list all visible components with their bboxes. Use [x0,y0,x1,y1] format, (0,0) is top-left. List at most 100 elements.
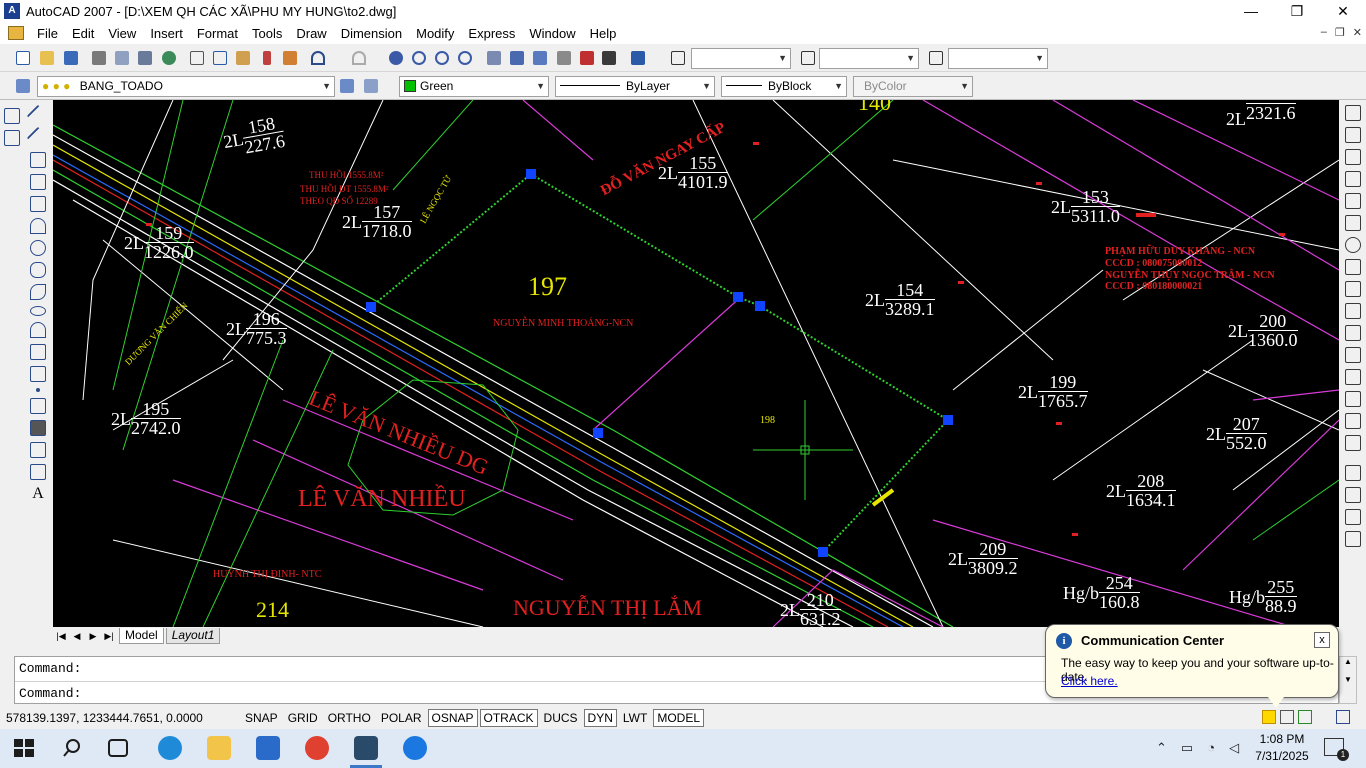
ortho-toggle[interactable]: ORTHO [324,709,375,727]
redo-icon[interactable] [350,49,368,67]
tab-model[interactable]: Model [119,628,164,644]
last-tab-icon[interactable]: ▶| [101,631,117,642]
store-icon[interactable] [256,736,280,760]
volume-icon[interactable]: ◁ [1229,740,1239,756]
publish-web-icon[interactable] [160,49,178,67]
text-style-select[interactable]: ▼ [691,48,791,69]
properties-icon[interactable] [485,49,503,67]
block-editor-icon[interactable] [281,49,299,67]
publish-icon[interactable] [136,49,154,67]
rotate-icon[interactable] [1344,237,1361,253]
dim-style-icon[interactable] [799,49,817,67]
menu-modify[interactable]: Modify [409,26,461,41]
osnap-toggle[interactable]: OSNAP [427,709,478,727]
zoom-window-icon[interactable] [433,49,451,67]
dim-style-select[interactable]: ▼ [819,48,919,69]
menu-dimension[interactable]: Dimension [334,26,409,41]
zoom-previous-icon[interactable] [456,49,474,67]
break-icon[interactable] [1344,347,1361,363]
doc-close-button[interactable]: ✕ [1353,26,1362,39]
region-icon[interactable] [30,442,46,458]
menu-edit[interactable]: Edit [65,26,101,41]
menu-window[interactable]: Window [522,26,582,41]
next-tab-icon[interactable]: ▶ [85,631,101,642]
polyline-icon[interactable] [30,152,46,168]
popup-link[interactable]: Click here. [1061,674,1118,688]
model-toggle[interactable]: MODEL [653,709,705,727]
draw-order-below-icon[interactable] [1344,531,1361,547]
start-icon[interactable] [12,736,36,760]
polar-toggle[interactable]: POLAR [377,709,426,727]
extend-icon[interactable] [1344,325,1361,341]
lock-icon[interactable] [1280,710,1294,724]
lwt-toggle[interactable]: LWT [619,709,651,727]
task-view-icon[interactable] [108,739,128,757]
revision-cloud-icon[interactable] [30,262,46,278]
draw-order-above-icon[interactable] [1344,509,1361,525]
zalo-icon[interactable] [403,736,427,760]
dyn-toggle[interactable]: DYN [583,709,617,727]
autocad-app-icon[interactable]: A [4,3,20,19]
document-icon[interactable] [8,26,24,40]
system-clock[interactable]: 1:08 PM 7/31/2025 [1252,731,1312,765]
circle-icon[interactable] [30,240,46,256]
hatch-icon[interactable] [30,398,46,414]
gradient-icon[interactable] [30,420,46,436]
menu-format[interactable]: Format [190,26,245,41]
plot-preview-icon[interactable] [113,49,131,67]
table-icon[interactable] [30,464,46,480]
chevron-up-icon[interactable]: ⌃ [1156,740,1167,756]
insert-block-icon[interactable] [30,344,46,360]
copy-icon[interactable] [211,49,229,67]
zoom-realtime-icon[interactable] [410,49,428,67]
move-icon[interactable] [1344,215,1361,231]
print-icon[interactable] [90,49,108,67]
battery-icon[interactable]: ▭ [1181,740,1193,756]
draw-order-front-icon[interactable] [1344,465,1361,481]
menu-tools[interactable]: Tools [245,26,289,41]
ellipse-icon[interactable] [30,306,46,316]
line-icon[interactable] [26,104,50,128]
search-icon[interactable] [60,736,84,760]
calculator-icon[interactable] [600,49,618,67]
autocad-taskbar-icon[interactable] [354,736,378,760]
erase-icon[interactable] [4,108,20,124]
join-icon[interactable] [1344,369,1361,385]
menu-insert[interactable]: Insert [143,26,190,41]
markup-icon[interactable] [578,49,596,67]
table-style-icon[interactable] [927,49,945,67]
design-center-icon[interactable] [508,49,526,67]
command-scrollbar[interactable]: ▲ ▼ [1339,656,1357,704]
construction-line-icon[interactable] [26,126,50,150]
make-current-layer-icon[interactable] [338,77,356,95]
ellipse-arc-icon[interactable] [30,322,46,338]
array-icon[interactable] [1344,193,1361,209]
close-button[interactable]: ✕ [1320,0,1366,22]
cut-icon[interactable] [188,49,206,67]
trim-icon[interactable] [1344,303,1361,319]
doc-restore-button[interactable]: ❐ [1335,26,1345,39]
color-select[interactable]: Green ▼ [399,76,549,97]
explode-icon[interactable] [1344,435,1361,451]
table-style-select[interactable]: ▼ [948,48,1048,69]
sheet-set-icon[interactable] [555,49,573,67]
layer-previous-icon[interactable] [362,77,380,95]
otrack-toggle[interactable]: OTRACK [479,709,538,727]
clean-screen-icon[interactable] [1336,710,1350,724]
tab-layout1[interactable]: Layout1 [165,628,221,644]
pan-icon[interactable] [387,49,405,67]
snap-toggle[interactable]: SNAP [241,709,282,727]
doc-minimize-button[interactable]: – [1321,26,1327,39]
layer-select[interactable]: ● ● ● BANG_TOADO ▼ [37,76,335,97]
undo-icon[interactable] [309,49,327,67]
edge-icon[interactable] [158,736,182,760]
linetype-select[interactable]: ByLayer ▼ [555,76,715,97]
coordinate-readout[interactable]: 578139.1397, 1233444.7651, 0.0000 [4,709,241,727]
copy-object-icon[interactable] [4,130,20,146]
rectangle-icon[interactable] [30,196,46,212]
notification-icon[interactable]: 1 [1324,738,1349,761]
save-icon[interactable] [62,49,80,67]
text-style-icon[interactable] [669,49,687,67]
point-icon[interactable] [36,388,40,392]
paste-icon[interactable] [234,49,252,67]
